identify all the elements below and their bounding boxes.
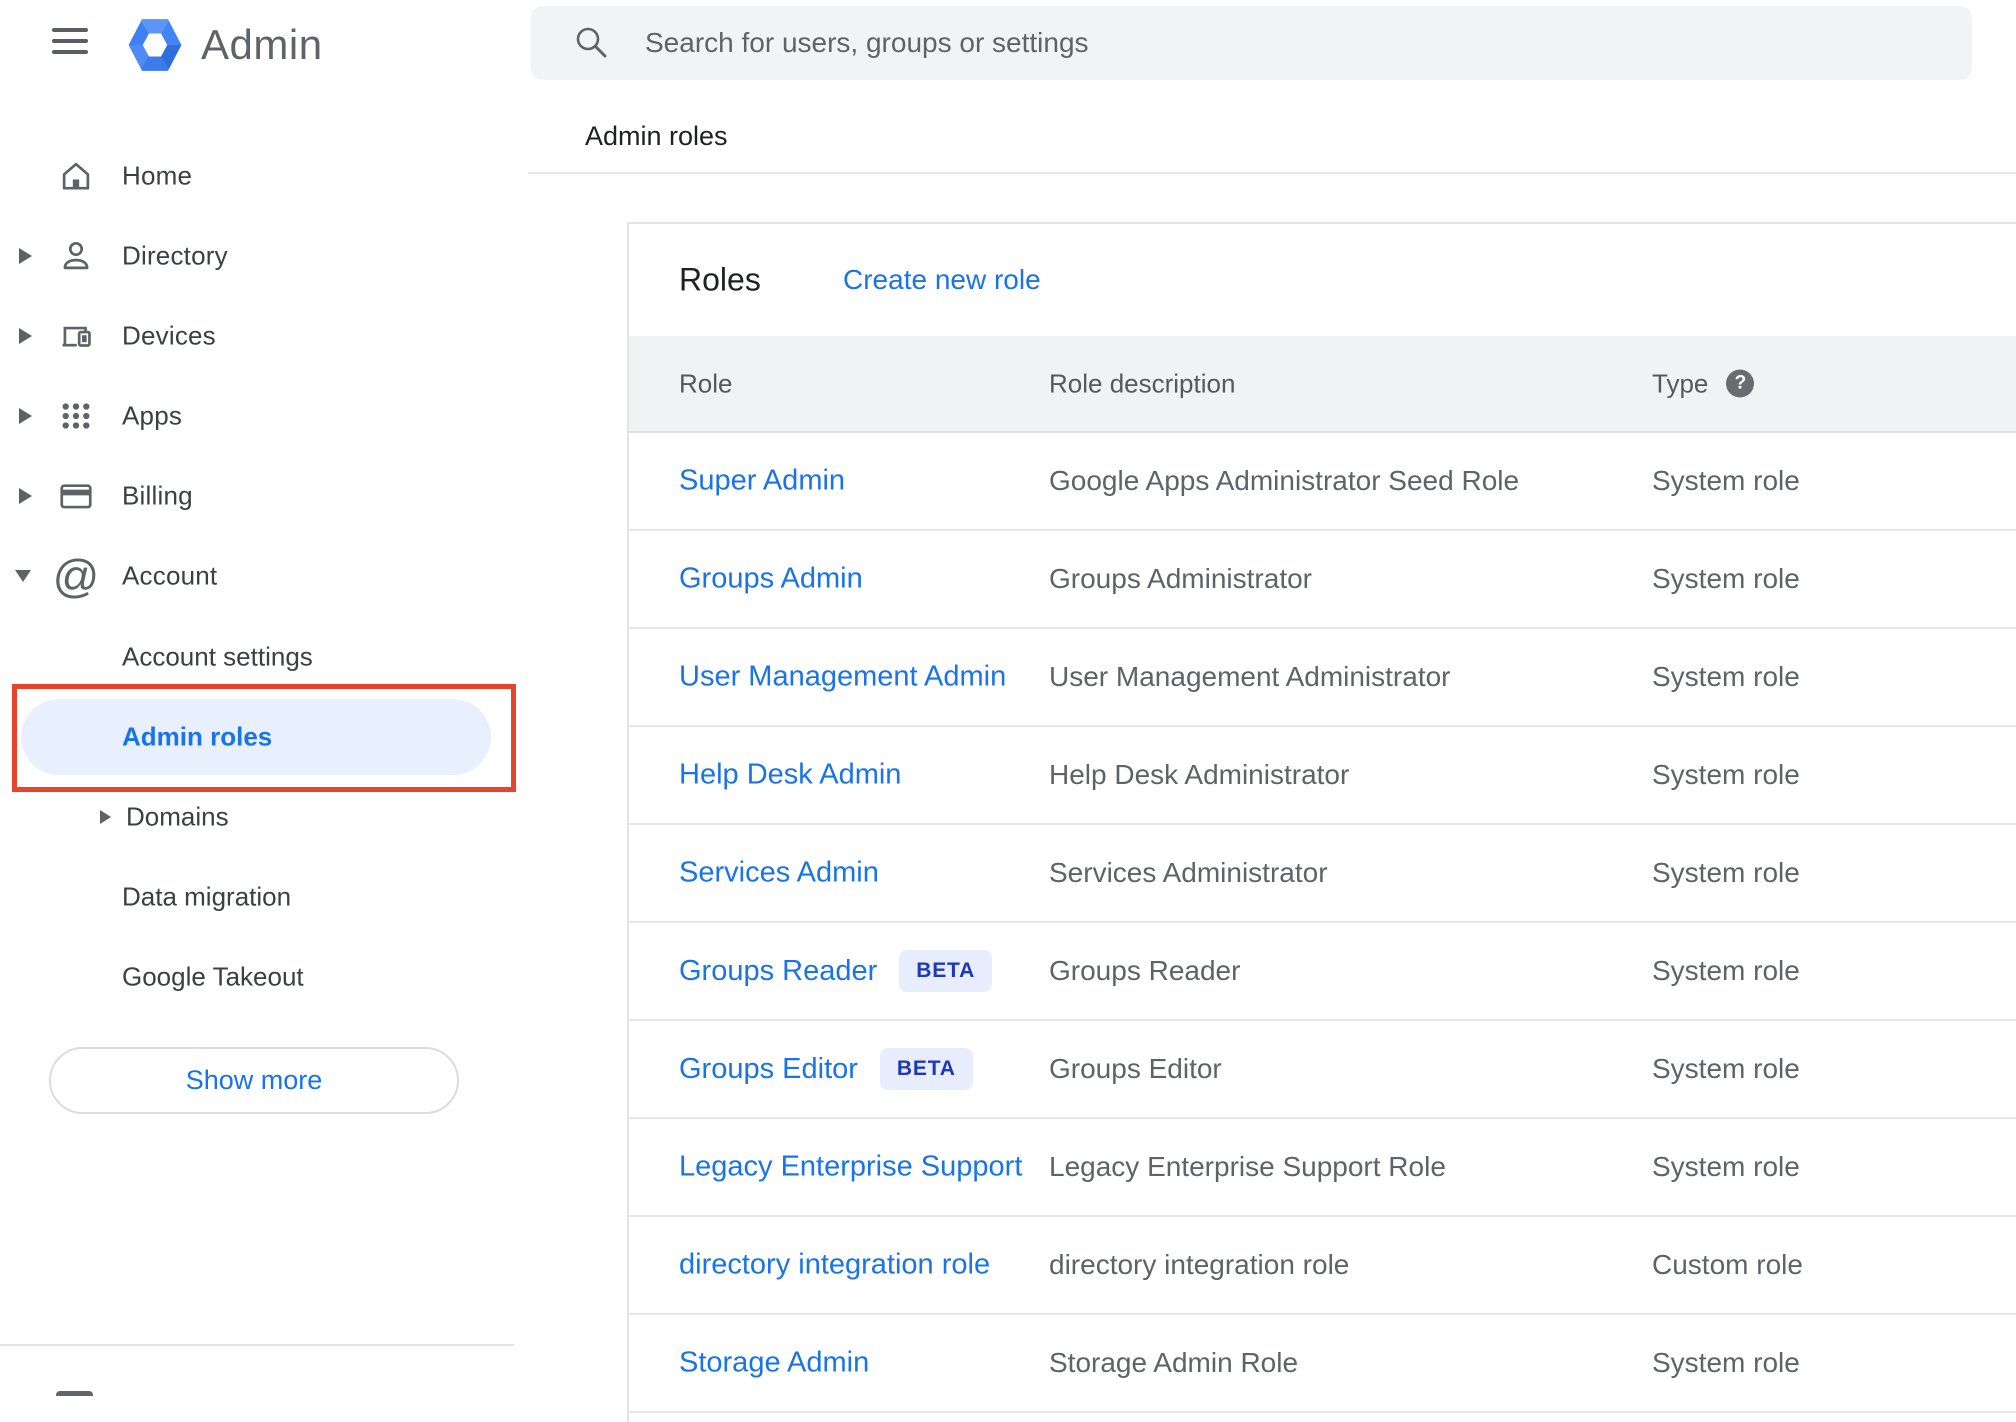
sidebar-item-devices[interactable]: Devices	[0, 296, 514, 376]
table-row[interactable]: Groups Editor BETA Groups Editor System …	[629, 1021, 2016, 1119]
role-description: Groups Administrator	[1049, 563, 1312, 594]
sidebar-subitem-label: Account settings	[122, 641, 313, 672]
chevron-right-icon[interactable]	[19, 328, 32, 344]
chevron-right-icon[interactable]	[19, 248, 32, 264]
role-link[interactable]: directory integration role	[679, 1249, 990, 1282]
role-type: System role	[1652, 563, 1800, 594]
role-type: System role	[1652, 759, 1800, 790]
home-icon	[57, 157, 95, 195]
sidebar-item-data-migration[interactable]: Data migration	[0, 857, 514, 937]
role-link[interactable]: Storage Admin	[679, 1347, 869, 1380]
create-new-role-link[interactable]: Create new role	[843, 264, 1041, 296]
role-description: Groups Reader	[1049, 955, 1241, 986]
table-row[interactable]: Services Admin Services Administrator Sy…	[629, 825, 2016, 923]
table-row[interactable]: Groups Reader BETA Groups Reader System …	[629, 923, 2016, 1021]
clipped-nav-icon	[56, 1391, 93, 1396]
sidebar-item-label: Apps	[122, 400, 183, 431]
role-description: Help Desk Administrator	[1049, 759, 1350, 790]
sidebar-subitem-label: Data migration	[122, 881, 292, 912]
sidebar-item-directory[interactable]: Directory	[0, 216, 514, 296]
sidebar-item-billing[interactable]: Billing	[0, 456, 514, 536]
table-header-row: Role Role description Type ?	[629, 336, 2016, 433]
search-input[interactable]	[645, 6, 1945, 80]
sidebar-item-label: Home	[122, 160, 193, 191]
role-description: Legacy Enterprise Support Role	[1049, 1151, 1446, 1182]
role-link[interactable]: User Management Admin	[679, 661, 1006, 694]
chevron-down-icon[interactable]	[15, 570, 31, 582]
role-type: System role	[1652, 661, 1800, 692]
sidebar-item-label: Devices	[122, 320, 216, 351]
role-link[interactable]: Groups Admin	[679, 563, 863, 596]
role-link[interactable]: Groups Editor	[679, 1053, 858, 1086]
role-description: Storage Admin Role	[1049, 1347, 1299, 1378]
devices-icon	[57, 317, 95, 355]
role-link[interactable]: Help Desk Admin	[679, 759, 901, 792]
credit-card-icon	[57, 477, 95, 515]
content-divider	[528, 172, 2016, 174]
sidebar-item-home[interactable]: Home	[0, 136, 514, 216]
role-type: System role	[1652, 1053, 1800, 1084]
sidebar-divider	[0, 1344, 514, 1346]
person-icon	[57, 237, 95, 275]
beta-badge: BETA	[899, 950, 993, 992]
role-type: Custom role	[1652, 1249, 1803, 1280]
annotation-highlight-box	[12, 684, 516, 792]
table-row[interactable]: Super Admin Google Apps Administrator Se…	[629, 433, 2016, 531]
column-header-type: Type	[1652, 368, 1709, 398]
column-header-description: Role description	[1049, 368, 1236, 398]
sidebar-item-apps[interactable]: Apps	[0, 376, 514, 456]
table-row[interactable]: Storage Admin Storage Admin Role System …	[629, 1315, 2016, 1413]
role-description: Google Apps Administrator Seed Role	[1049, 465, 1520, 496]
admin-logo-icon	[128, 19, 182, 71]
chevron-right-icon[interactable]	[19, 488, 32, 504]
sidebar-item-account[interactable]: @ Account	[0, 536, 514, 616]
table-row[interactable]: Help Desk Admin Help Desk Administrator …	[629, 727, 2016, 825]
roles-panel-header: Roles Create new role	[629, 224, 2016, 336]
search-icon[interactable]	[572, 23, 612, 63]
table-row[interactable]: Legacy Enterprise Support Legacy Enterpr…	[629, 1119, 2016, 1217]
role-description: Services Administrator	[1049, 857, 1328, 888]
sidebar-subitem-label: Google Takeout	[122, 961, 304, 992]
chevron-right-icon[interactable]	[100, 810, 111, 824]
role-type: System role	[1652, 1151, 1800, 1182]
role-description: User Management Administrator	[1049, 661, 1451, 692]
brand-bar: Admin	[0, 0, 514, 90]
role-type: System role	[1652, 955, 1800, 986]
sidebar-item-google-takeout[interactable]: Google Takeout	[0, 937, 514, 1017]
role-link[interactable]: Groups Reader	[679, 955, 877, 988]
menu-icon[interactable]	[52, 28, 88, 54]
roles-panel: Roles Create new role Role Role descript…	[627, 222, 2016, 1422]
role-type: System role	[1652, 465, 1800, 496]
sidebar-item-label: Directory	[122, 240, 228, 271]
help-icon[interactable]: ?	[1726, 369, 1755, 398]
show-more-button[interactable]: Show more	[49, 1047, 459, 1114]
sidebar-item-label: Billing	[122, 480, 193, 511]
apps-grid-icon	[57, 397, 95, 435]
table-row[interactable]: User Management Admin User Management Ad…	[629, 629, 2016, 727]
sidebar-subitem-label: Domains	[126, 801, 229, 832]
panel-title: Roles	[679, 261, 761, 298]
role-type: System role	[1652, 1347, 1800, 1378]
table-row[interactable]: Groups Admin Groups Administrator System…	[629, 531, 2016, 629]
role-link[interactable]: Super Admin	[679, 465, 845, 498]
column-header-role: Role	[679, 368, 733, 398]
role-link[interactable]: Services Admin	[679, 857, 879, 890]
role-link[interactable]: Legacy Enterprise Support	[679, 1151, 1022, 1184]
sidebar-item-label: Account	[122, 560, 218, 591]
role-description: directory integration role	[1049, 1249, 1350, 1280]
chevron-right-icon[interactable]	[19, 408, 32, 424]
role-description: Groups Editor	[1049, 1053, 1222, 1084]
app-title: Admin	[201, 21, 323, 68]
sidebar: Admin Home Directory Devices Apps Billin…	[0, 0, 516, 1396]
at-sign-icon: @	[52, 550, 100, 602]
beta-badge: BETA	[879, 1048, 973, 1090]
table-row[interactable]: directory integration role directory int…	[629, 1217, 2016, 1315]
breadcrumb: Admin roles	[585, 121, 728, 151]
role-type: System role	[1652, 857, 1800, 888]
